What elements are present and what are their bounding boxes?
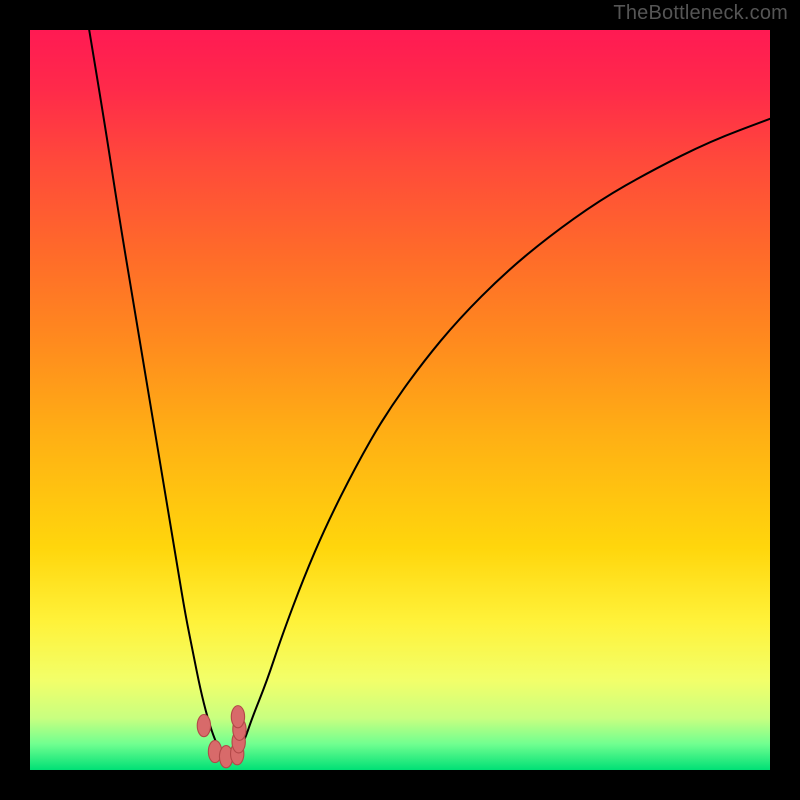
- marker-point: [231, 706, 244, 728]
- marker-point: [197, 715, 210, 737]
- watermark-text: TheBottleneck.com: [613, 2, 788, 25]
- chart-frame: TheBottleneck.com: [0, 0, 800, 800]
- plot-background: [30, 30, 770, 770]
- bottleneck-chart: [30, 30, 770, 770]
